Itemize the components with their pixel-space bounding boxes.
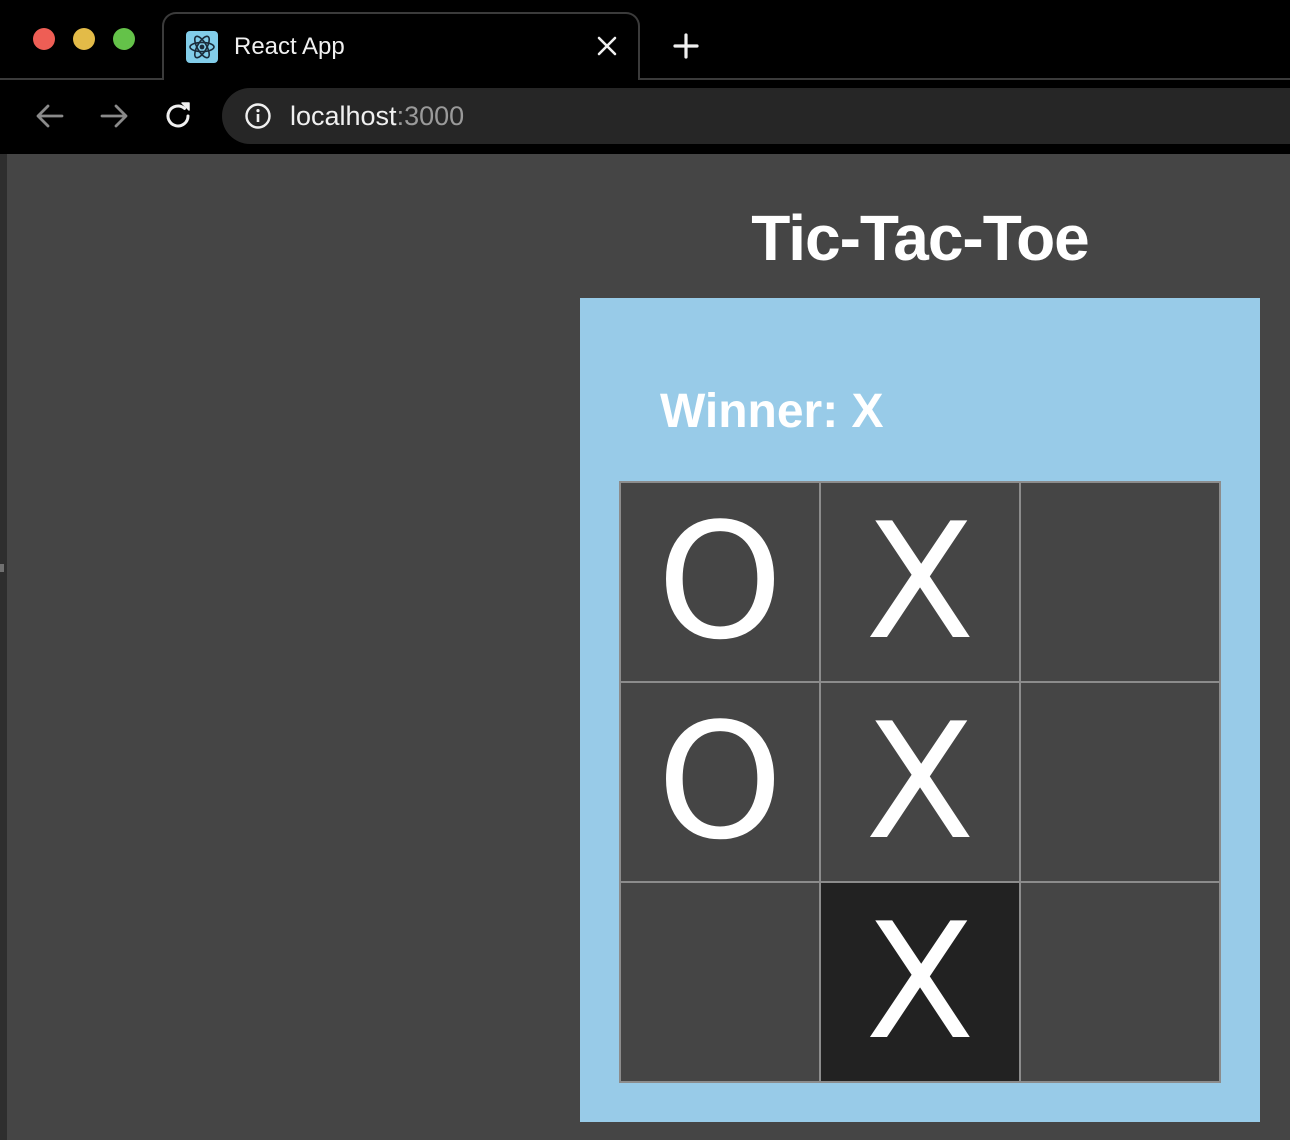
page-title: Tic-Tac-Toe: [751, 202, 1090, 274]
url-port: :3000: [396, 101, 465, 131]
board-square[interactable]: [1019, 881, 1221, 1083]
game-status: Winner: X: [660, 385, 884, 438]
browser-tab-bar: React App: [0, 0, 1290, 80]
url-host: localhost: [290, 101, 397, 131]
url-text: localhost:3000: [290, 100, 464, 132]
arrow-left-icon[interactable]: [32, 98, 68, 134]
window-edge: [0, 154, 7, 1140]
close-window-button[interactable]: [33, 28, 55, 50]
board-square[interactable]: X: [819, 881, 1021, 1083]
board-square[interactable]: [619, 881, 821, 1083]
board-square[interactable]: [1019, 681, 1221, 883]
game-board: O X O X X: [619, 481, 1221, 1083]
board-square[interactable]: O: [619, 481, 821, 683]
board-square[interactable]: X: [819, 481, 1021, 683]
page-viewport: Tic-Tac-Toe Winner: X O X O X X: [7, 154, 1290, 1140]
tab-title: React App: [234, 33, 345, 60]
minimize-window-button[interactable]: [73, 28, 95, 50]
game-panel: Winner: X O X O X X: [580, 298, 1260, 1122]
address-bar[interactable]: localhost:3000: [222, 88, 1290, 144]
board-square[interactable]: O: [619, 681, 821, 883]
maximize-window-button[interactable]: [113, 28, 135, 50]
plus-icon[interactable]: [668, 28, 704, 64]
react-logo-icon: [186, 31, 218, 63]
board-square[interactable]: X: [819, 681, 1021, 883]
browser-toolbar: localhost:3000: [0, 80, 1290, 154]
reload-icon[interactable]: [160, 98, 196, 134]
board-square[interactable]: [1019, 481, 1221, 683]
close-icon[interactable]: [594, 33, 620, 59]
arrow-right-icon[interactable]: [96, 98, 132, 134]
browser-tab-active[interactable]: React App: [162, 12, 640, 80]
window-edge-marker: [0, 564, 4, 572]
info-icon[interactable]: [244, 102, 272, 130]
